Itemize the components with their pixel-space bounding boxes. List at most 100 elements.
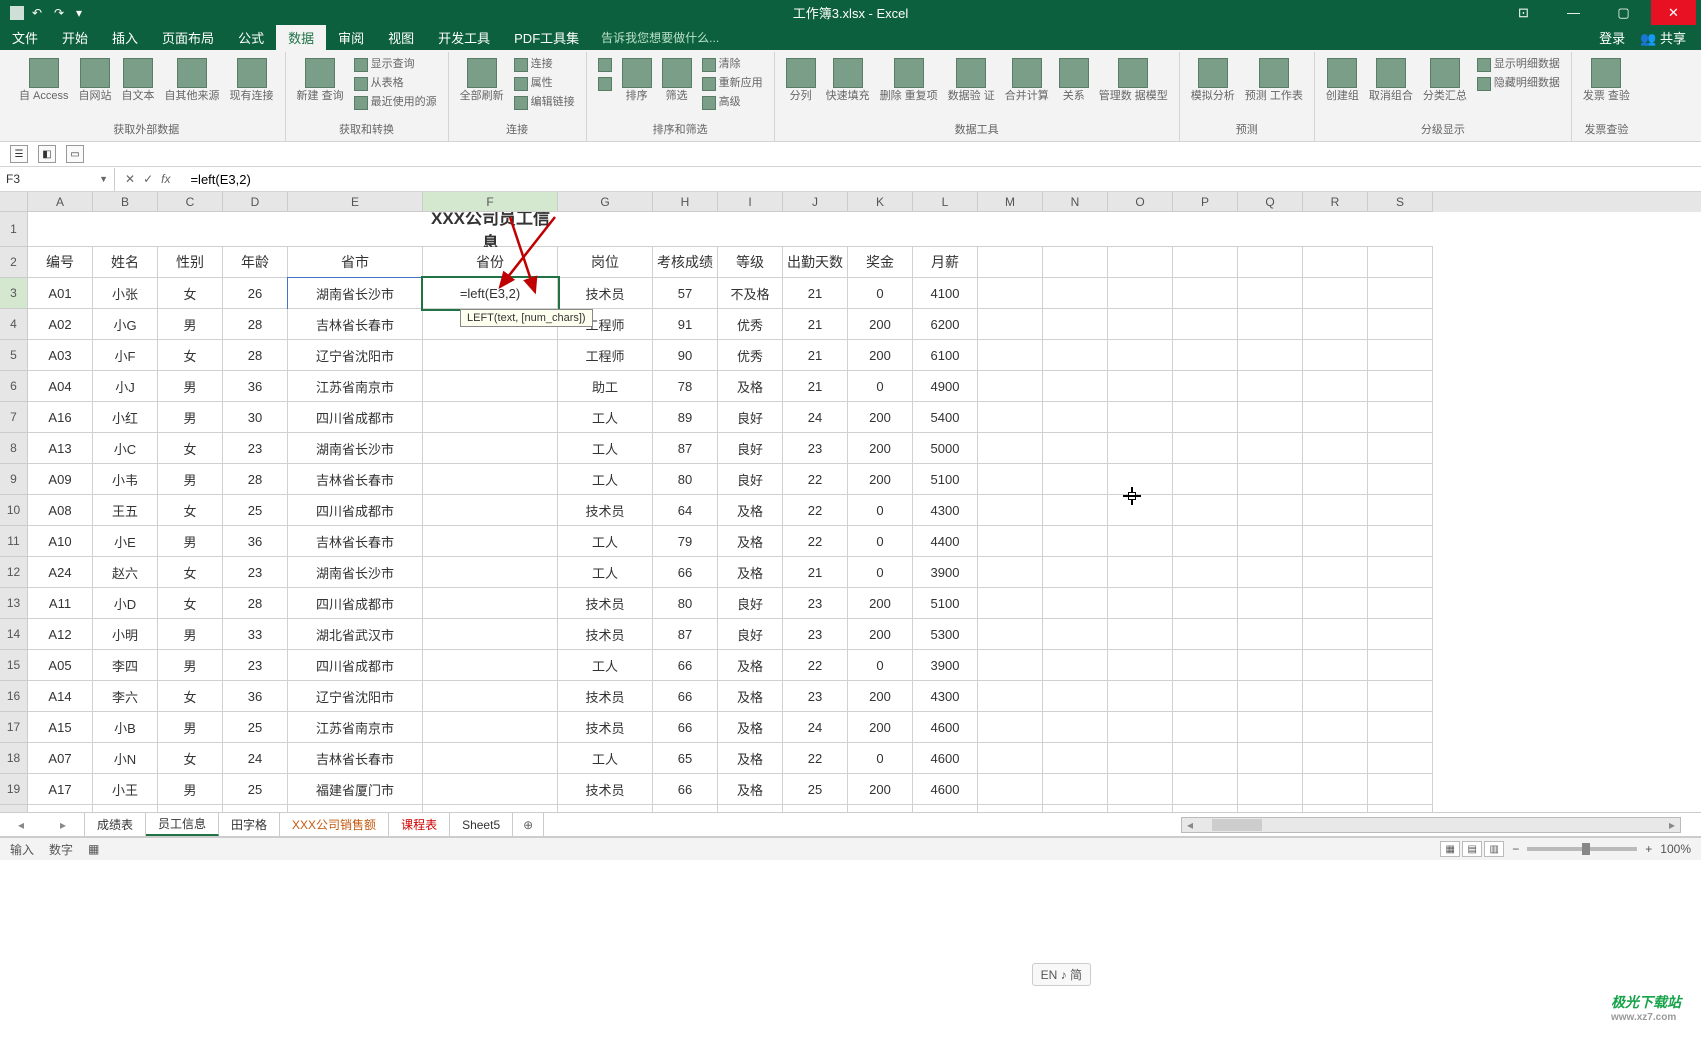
- cell[interactable]: 及格: [718, 774, 783, 805]
- cell[interactable]: 28: [223, 309, 288, 340]
- cell[interactable]: 湖南省长沙市: [288, 433, 423, 464]
- column-header[interactable]: I: [718, 192, 783, 212]
- cell[interactable]: A13: [28, 433, 93, 464]
- sort-button[interactable]: 排序: [619, 56, 655, 105]
- cell[interactable]: 及格: [718, 526, 783, 557]
- tab-pdf[interactable]: PDF工具集: [502, 24, 591, 51]
- cell[interactable]: [1238, 433, 1303, 464]
- qat-button-3[interactable]: ▭: [66, 145, 84, 163]
- cell[interactable]: 姓名: [93, 247, 158, 278]
- cell[interactable]: 200: [848, 805, 913, 812]
- cell[interactable]: 男: [158, 774, 223, 805]
- cell[interactable]: [423, 371, 558, 402]
- cell[interactable]: 26: [223, 278, 288, 309]
- cell[interactable]: [1108, 309, 1173, 340]
- cell[interactable]: [1368, 743, 1433, 774]
- cell[interactable]: 奖金: [848, 247, 913, 278]
- cell[interactable]: [978, 212, 1043, 247]
- cell[interactable]: 200: [848, 402, 913, 433]
- cell[interactable]: [913, 212, 978, 247]
- cell[interactable]: [1173, 526, 1238, 557]
- cell[interactable]: 四川省成都市: [288, 650, 423, 681]
- cell[interactable]: [1043, 464, 1108, 495]
- cell[interactable]: [1368, 464, 1433, 495]
- cell[interactable]: 4600: [913, 743, 978, 774]
- row-header[interactable]: 11: [0, 526, 28, 557]
- cell[interactable]: 33: [223, 619, 288, 650]
- cell[interactable]: [1303, 247, 1368, 278]
- cell[interactable]: 四川省成都市: [288, 495, 423, 526]
- cell[interactable]: [1173, 619, 1238, 650]
- column-header[interactable]: F: [423, 192, 558, 212]
- cell[interactable]: A10: [28, 526, 93, 557]
- cell[interactable]: [978, 464, 1043, 495]
- cell[interactable]: 80: [653, 588, 718, 619]
- cell[interactable]: 性别: [158, 247, 223, 278]
- column-header[interactable]: Q: [1238, 192, 1303, 212]
- cell[interactable]: A24: [28, 557, 93, 588]
- cell[interactable]: 65: [653, 743, 718, 774]
- cell[interactable]: [1173, 588, 1238, 619]
- cell[interactable]: 0: [848, 371, 913, 402]
- cell[interactable]: 男: [158, 309, 223, 340]
- cell[interactable]: [1303, 650, 1368, 681]
- hide-detail-button[interactable]: 隐藏明细数据: [1474, 75, 1563, 93]
- remove-duplicates-button[interactable]: 删除 重复项: [877, 56, 941, 105]
- cell[interactable]: 小张: [93, 278, 158, 309]
- cell[interactable]: [1173, 278, 1238, 309]
- cell[interactable]: A04: [28, 371, 93, 402]
- cell[interactable]: [1173, 433, 1238, 464]
- recent-sources-button[interactable]: 最近使用的源: [351, 94, 440, 112]
- cell[interactable]: [1303, 495, 1368, 526]
- maximize-button[interactable]: ▢: [1601, 0, 1646, 25]
- cell[interactable]: 200: [848, 619, 913, 650]
- cell[interactable]: [1368, 650, 1433, 681]
- cell[interactable]: [1368, 681, 1433, 712]
- cell[interactable]: [1108, 433, 1173, 464]
- cell[interactable]: 工人: [558, 650, 653, 681]
- qat-button-2[interactable]: ◧: [38, 145, 56, 163]
- cell[interactable]: A15: [28, 712, 93, 743]
- cell[interactable]: 技术员: [558, 712, 653, 743]
- cell[interactable]: 技术员: [558, 681, 653, 712]
- cell[interactable]: 女: [158, 340, 223, 371]
- cell[interactable]: 及格: [718, 743, 783, 774]
- text-to-columns-button[interactable]: 分列: [783, 56, 819, 105]
- cell[interactable]: 87: [653, 619, 718, 650]
- cell[interactable]: [1238, 681, 1303, 712]
- cell[interactable]: [1173, 340, 1238, 371]
- cell[interactable]: 3900: [913, 650, 978, 681]
- cell[interactable]: [783, 212, 848, 247]
- row-header[interactable]: 7: [0, 402, 28, 433]
- column-header[interactable]: H: [653, 192, 718, 212]
- cell[interactable]: 66: [653, 650, 718, 681]
- cell[interactable]: 36: [223, 681, 288, 712]
- cell[interactable]: 23: [223, 557, 288, 588]
- cell[interactable]: [1368, 495, 1433, 526]
- cell[interactable]: A18: [28, 805, 93, 812]
- cell[interactable]: 李四: [93, 650, 158, 681]
- tab-nav-prev-icon[interactable]: ▸: [60, 818, 66, 832]
- sheet-tab[interactable]: 田字格: [219, 813, 280, 836]
- cell[interactable]: [1108, 371, 1173, 402]
- cell[interactable]: 78: [653, 371, 718, 402]
- cell[interactable]: [1238, 805, 1303, 812]
- cell[interactable]: A16: [28, 402, 93, 433]
- cell[interactable]: 出勤天数: [783, 247, 848, 278]
- cell[interactable]: 21: [783, 309, 848, 340]
- cell[interactable]: [1238, 402, 1303, 433]
- cell[interactable]: 工人: [558, 743, 653, 774]
- cell[interactable]: 89: [653, 402, 718, 433]
- cell[interactable]: 200: [848, 588, 913, 619]
- cell[interactable]: [1368, 247, 1433, 278]
- consolidate-button[interactable]: 合并计算: [1002, 56, 1052, 105]
- cell[interactable]: [1238, 588, 1303, 619]
- row-header[interactable]: 14: [0, 619, 28, 650]
- cell[interactable]: 女: [158, 278, 223, 309]
- cell[interactable]: [423, 526, 558, 557]
- cell[interactable]: 4300: [913, 495, 978, 526]
- cell[interactable]: [1043, 557, 1108, 588]
- cell[interactable]: 女: [158, 588, 223, 619]
- cell[interactable]: [1173, 212, 1238, 247]
- qat-button-1[interactable]: ☰: [10, 145, 28, 163]
